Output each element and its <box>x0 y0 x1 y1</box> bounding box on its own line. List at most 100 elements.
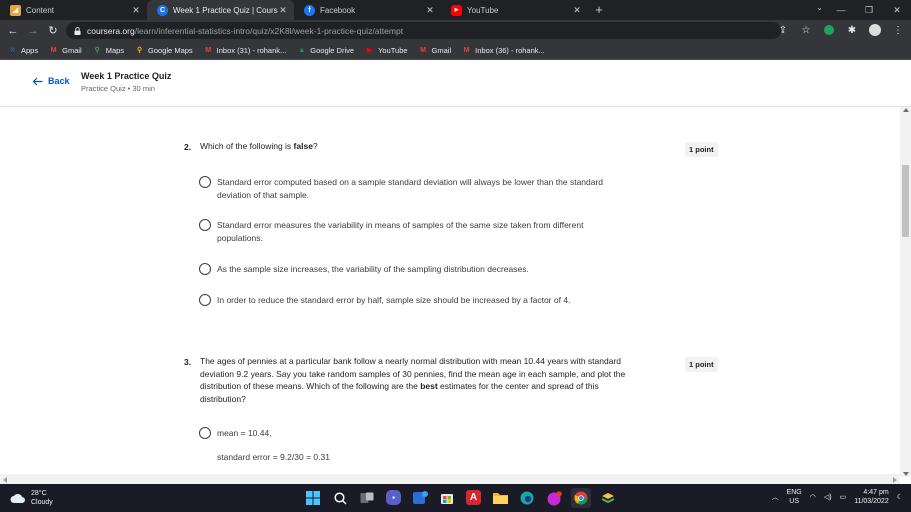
acrobat-icon[interactable]: A <box>466 490 481 505</box>
wifi-icon[interactable]: ◠ <box>810 493 816 501</box>
close-tab-icon[interactable]: ✕ <box>131 5 141 16</box>
option-text: Standard error computed based on a sampl… <box>217 177 604 200</box>
quiz-header: Back Week 1 Practice Quiz Practice Quiz … <box>0 61 911 107</box>
new-tab-button[interactable]: + <box>588 0 610 20</box>
answer-option[interactable]: mean = 10.44, <box>199 427 627 440</box>
notifications-icon[interactable]: ☾ <box>897 493 903 501</box>
lock-icon <box>74 26 81 35</box>
bookmark-star-icon[interactable]: ☆ <box>799 23 813 37</box>
coursera-favicon-icon: C <box>157 4 168 16</box>
edge-browser-icon[interactable] <box>517 488 537 508</box>
gmail-icon: M <box>420 46 426 54</box>
file-explorer-icon[interactable] <box>490 488 510 508</box>
back-label: Back <box>48 76 70 86</box>
url-host: coursera.org <box>87 25 135 36</box>
browser-tab-youtube[interactable]: ▶ YouTube ✕ <box>441 0 588 20</box>
forward-arrow-icon[interactable]: → <box>26 24 40 38</box>
apps-grid-icon: ⁙ <box>9 47 16 54</box>
temperature: 28°C <box>31 490 47 497</box>
answer-option[interactable]: As the sample size increases, the variab… <box>199 263 627 276</box>
scroll-down-icon[interactable] <box>903 472 909 476</box>
option-text-continued: standard error = 9.2/30 = 0.31 <box>217 452 330 462</box>
clock[interactable]: 4:47 pm 11/03/2022 <box>854 488 889 506</box>
messenger-app-icon[interactable] <box>544 488 564 508</box>
bookmark-apps[interactable]: ⁙ Apps <box>8 46 39 55</box>
bookmark-maps[interactable]: ⚲ Maps <box>93 46 124 55</box>
gmail-icon: M <box>205 46 212 54</box>
tab-title: YouTube <box>467 5 499 15</box>
browser-tab-facebook[interactable]: f Facebook ✕ <box>294 0 441 20</box>
vertical-scrollbar[interactable] <box>900 107 911 477</box>
cloud-icon <box>10 493 25 503</box>
toolbar-actions: ⇪ ☆ ✱ ⋮ <box>776 23 905 37</box>
volume-icon[interactable]: ◁) <box>824 493 832 501</box>
answer-option[interactable]: Standard error measures the variability … <box>199 219 627 244</box>
browser-toolbar: ← → ↻ coursera.org/learn/inferential-sta… <box>0 20 911 41</box>
share-icon[interactable]: ⇪ <box>776 23 790 37</box>
browser-tab-coursera[interactable]: C Week 1 Practice Quiz | Coursera ✕ <box>147 0 294 20</box>
menu-kebab-icon[interactable]: ⋮ <box>891 23 905 37</box>
horizontal-scrollbar[interactable] <box>0 474 900 484</box>
maps-icon: ⚲ <box>94 47 100 54</box>
content-favicon-icon: ◢ <box>10 4 21 16</box>
task-view-icon[interactable] <box>357 488 377 508</box>
radio-button[interactable] <box>199 263 211 275</box>
tab-search-icon[interactable]: ⌄ <box>816 3 823 12</box>
url-path: /learn/inferential-statistics-intro/quiz… <box>134 25 404 36</box>
radio-button[interactable] <box>199 294 211 306</box>
minimize-icon[interactable]: — <box>827 0 855 20</box>
scroll-right-icon[interactable] <box>893 477 897 483</box>
search-icon[interactable] <box>330 488 350 508</box>
gmail-icon: M <box>50 46 57 54</box>
battery-icon[interactable]: ▭ <box>840 493 847 501</box>
youtube-icon: ▶ <box>366 47 373 54</box>
scroll-left-icon[interactable] <box>3 477 7 483</box>
bookmark-gmail-2[interactable]: M Gmail <box>419 46 451 55</box>
quiz-subtitle: Practice Quiz • 30 min <box>81 84 155 93</box>
address-bar[interactable]: coursera.org/learn/inferential-statistic… <box>66 22 781 39</box>
taskbar-apps: ▪ A <box>303 488 618 508</box>
extension-green-icon[interactable] <box>822 23 836 37</box>
chrome-icon[interactable] <box>571 488 591 508</box>
store-icon[interactable] <box>437 488 457 508</box>
answer-option[interactable]: In order to reduce the standard error by… <box>199 294 627 307</box>
bookmark-inbox-31[interactable]: M Inbox (31) - rohank... <box>204 46 286 55</box>
profile-avatar-icon[interactable] <box>868 23 882 37</box>
option-text: mean = 10.44, <box>217 428 272 438</box>
radio-button[interactable] <box>199 219 211 231</box>
back-arrow-icon[interactable]: ← <box>6 24 20 38</box>
browser-tab-content[interactable]: ◢ Content ✕ <box>0 0 147 20</box>
close-tab-icon[interactable]: ✕ <box>425 5 435 16</box>
bookmark-google-maps[interactable]: ⚲ Google Maps <box>135 46 193 55</box>
reload-icon[interactable]: ↻ <box>46 24 60 38</box>
extensions-puzzle-icon[interactable]: ✱ <box>845 23 859 37</box>
weather-widget[interactable]: 28°C Cloudy <box>10 489 53 507</box>
system-tray: ︿ ENG US ◠ ◁) ▭ 4:47 pm 11/03/2022 ☾ <box>772 488 903 506</box>
question-text: The ages of pennies at a particular bank… <box>200 356 626 404</box>
bookmark-gmail[interactable]: M Gmail <box>49 46 82 55</box>
option-text: In order to reduce the standard error by… <box>217 295 571 305</box>
scroll-up-icon[interactable] <box>903 108 909 112</box>
radio-button[interactable] <box>199 427 211 439</box>
gmail-icon: M <box>463 46 470 54</box>
points-badge: 1 point <box>685 142 718 157</box>
teams-chat-icon[interactable]: ▪ <box>386 490 401 505</box>
answer-option[interactable]: Standard error computed based on a sampl… <box>199 176 627 201</box>
tray-chevron-up-icon[interactable]: ︿ <box>772 492 779 502</box>
edge-badge-icon[interactable] <box>410 488 430 508</box>
close-tab-icon[interactable]: ✕ <box>572 5 582 16</box>
bookmark-google-drive[interactable]: ▲ Google Drive <box>297 46 354 55</box>
close-window-icon[interactable]: ✕ <box>883 0 911 20</box>
bookmark-inbox-36[interactable]: M Inbox (36) - rohank... <box>462 46 545 55</box>
drive-icon: ▲ <box>298 46 306 54</box>
language-indicator[interactable]: ENG US <box>787 488 802 506</box>
radio-button[interactable] <box>199 176 211 188</box>
bookmark-youtube[interactable]: ▶ YouTube <box>365 46 408 55</box>
question-number: 2. <box>184 142 192 152</box>
windows-start-icon[interactable] <box>303 488 323 508</box>
close-tab-icon[interactable]: ✕ <box>278 5 288 16</box>
sticky-app-icon[interactable] <box>598 488 618 508</box>
scrollbar-thumb[interactable] <box>902 165 909 237</box>
back-button[interactable]: Back <box>32 76 70 86</box>
restore-icon[interactable]: ❐ <box>855 0 883 20</box>
